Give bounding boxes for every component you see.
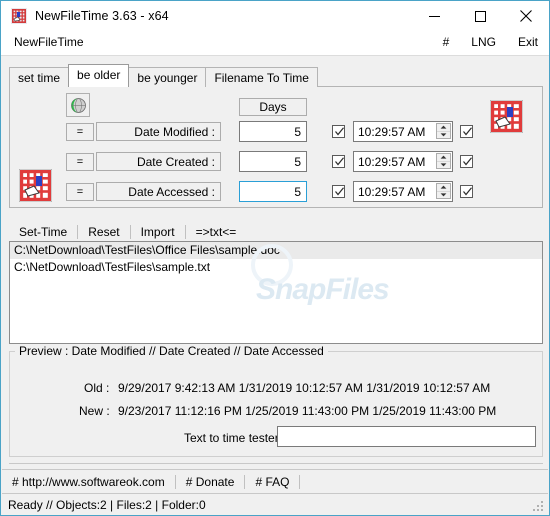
checkbox-days-created[interactable] <box>332 155 345 168</box>
menu-item-newfiletime[interactable]: NewFileTime <box>11 35 87 49</box>
spinner-down-icon[interactable] <box>437 132 450 139</box>
time-spinner-created[interactable] <box>436 153 451 169</box>
days-column-header: Days <box>239 98 307 116</box>
preview-old-values: 9/29/2017 9:42:13 AM 1/31/2019 10:12:57 … <box>118 381 491 395</box>
checkbox-time-accessed[interactable] <box>460 185 473 198</box>
time-value-created: 10:29:57 AM <box>358 154 426 169</box>
checkbox-time-modified[interactable] <box>460 125 473 138</box>
action-bar: Set-Time Reset Import =>txt<= <box>9 221 543 243</box>
equal-button-accessed[interactable]: = <box>66 183 94 201</box>
menu-item-hash[interactable]: # <box>440 35 453 49</box>
label-date-modified: Date Modified : <box>96 122 221 141</box>
tab-strip: set time be older be younger Filename To… <box>9 64 543 87</box>
time-input-accessed[interactable]: 10:29:57 AM <box>353 181 453 202</box>
preview-new-values: 9/23/2017 11:12:16 PM 1/25/2019 11:43:00… <box>118 404 497 418</box>
equal-button-created[interactable]: = <box>66 153 94 171</box>
time-value-modified: 10:29:57 AM <box>358 124 426 139</box>
separator <box>9 463 543 464</box>
app-grid-hand-icon <box>11 8 27 24</box>
application-window: NewFileTime 3.63 - x64 NewFileTime # LNG… <box>0 0 550 516</box>
preview-old-label: Old : <box>84 381 110 395</box>
time-spinner-accessed[interactable] <box>436 183 451 199</box>
days-input-modified[interactable]: 5 <box>239 121 307 142</box>
status-text: Ready // Objects:2 | Files:2 | Folder:0 <box>8 498 206 512</box>
divider <box>299 474 301 489</box>
text-to-time-tester-input[interactable] <box>277 426 536 447</box>
days-input-accessed[interactable]: 5 <box>239 181 307 202</box>
checkbox-days-accessed[interactable] <box>332 185 345 198</box>
menu-item-lng[interactable]: LNG <box>468 35 499 49</box>
time-input-created[interactable]: 10:29:57 AM <box>353 151 453 172</box>
export-txt-button[interactable]: =>txt<= <box>186 225 247 239</box>
minimize-icon[interactable] <box>411 1 457 31</box>
tab-filename-to-time[interactable]: Filename To Time <box>205 67 318 87</box>
equal-button-modified[interactable]: = <box>66 123 94 141</box>
set-time-button[interactable]: Set-Time <box>9 225 77 239</box>
spinner-down-icon[interactable] <box>437 162 450 169</box>
tab-set-time[interactable]: set time <box>9 67 70 87</box>
days-input-created[interactable]: 5 <box>239 151 307 172</box>
text-to-time-tester-field[interactable] <box>278 427 535 446</box>
spinner-up-icon[interactable] <box>437 124 450 132</box>
checkbox-days-modified[interactable] <box>332 125 345 138</box>
tab-be-younger[interactable]: be younger <box>128 67 207 87</box>
reset-button[interactable]: Reset <box>78 225 129 239</box>
spinner-down-icon[interactable] <box>437 192 450 199</box>
import-button[interactable]: Import <box>131 225 185 239</box>
window-controls <box>411 1 549 31</box>
time-input-modified[interactable]: 10:29:57 AM <box>353 121 453 142</box>
window-title: NewFileTime 3.63 - x64 <box>35 9 169 23</box>
spinner-up-icon[interactable] <box>437 184 450 192</box>
link-faq[interactable]: # FAQ <box>245 475 299 489</box>
maximize-icon[interactable] <box>457 1 503 31</box>
link-softwareok[interactable]: # http://www.softwareok.com <box>2 475 175 489</box>
spinner-up-icon[interactable] <box>437 154 450 162</box>
title-bar: NewFileTime 3.63 - x64 <box>1 1 549 31</box>
menu-right-group: # LNG Exit <box>440 35 541 49</box>
preview-new-label: New : <box>79 404 110 418</box>
label-date-accessed: Date Accessed : <box>96 182 221 201</box>
label-date-created: Date Created : <box>96 152 221 171</box>
menu-bar: NewFileTime # LNG Exit <box>1 31 549 56</box>
link-donate[interactable]: # Donate <box>176 475 245 489</box>
time-value-accessed: 10:29:57 AM <box>358 184 426 199</box>
globe-refresh-icon[interactable] <box>66 93 90 117</box>
watermark-logo <box>251 244 293 286</box>
resize-grip[interactable] <box>533 501 545 513</box>
preview-group-title: Preview : Date Modified // Date Created … <box>15 344 328 358</box>
close-icon[interactable] <box>503 1 549 31</box>
status-bar: Ready // Objects:2 | Files:2 | Folder:0 <box>2 493 548 515</box>
menu-item-exit[interactable]: Exit <box>515 35 541 49</box>
checkbox-time-created[interactable] <box>460 155 473 168</box>
grid-hand-icon-right[interactable] <box>489 99 524 134</box>
time-spinner-modified[interactable] <box>436 123 451 139</box>
tab-be-older[interactable]: be older <box>68 64 130 87</box>
bottom-link-bar: # http://www.softwareok.com # Donate # F… <box>2 469 548 493</box>
grid-hand-icon-left[interactable] <box>18 168 53 203</box>
